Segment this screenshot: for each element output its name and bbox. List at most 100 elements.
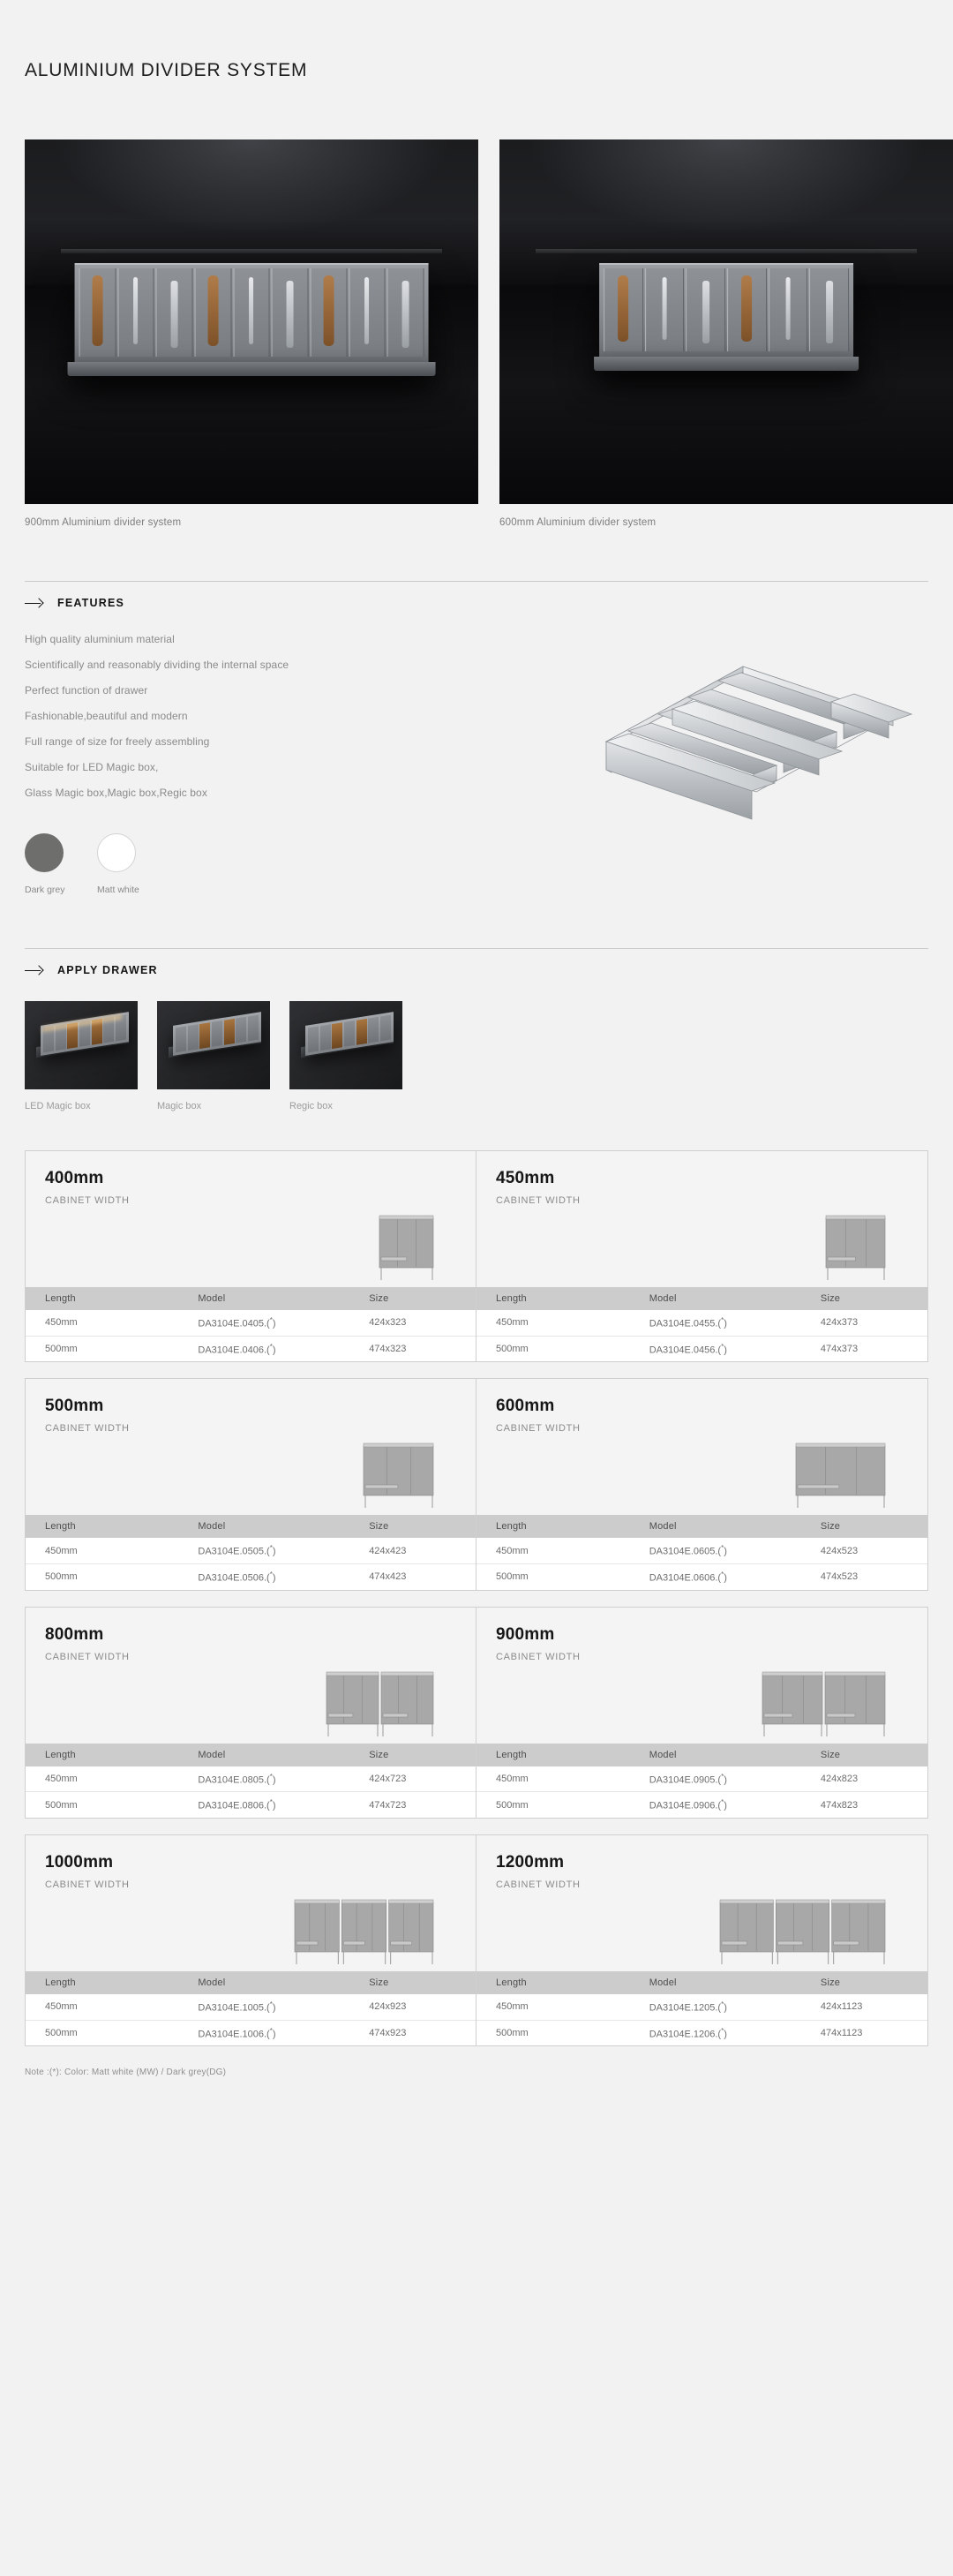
spec-card-header: 900mm CABINET WIDTH	[476, 1608, 927, 1662]
color-dot	[25, 833, 64, 872]
spec-card-header: 800mm CABINET WIDTH	[26, 1608, 476, 1662]
header-length: Length	[476, 1515, 630, 1539]
header-size: Size	[349, 1743, 476, 1766]
spec-card-header: 1000mm CABINET WIDTH	[26, 1835, 476, 1890]
cabinet-diagram	[294, 1899, 434, 1964]
model-code: DA3104E.0456.(	[649, 1344, 722, 1356]
table-row: 450mm DA3104E.1005.(*) 424x923	[26, 1993, 476, 2021]
spec-card: 900mm CABINET WIDTH Length Model Size 450mm DA…	[476, 1608, 927, 1818]
drawer-compartment	[117, 268, 154, 358]
cell-model: DA3104E.0606.(*)	[629, 1563, 801, 1590]
cell-model: DA3104E.1206.(*)	[629, 2020, 801, 2046]
cell-size: 424x923	[349, 1993, 476, 2021]
cabinet-width-value: 900mm	[496, 1624, 555, 1644]
header-length: Length	[476, 1287, 630, 1310]
cell-model: DA3104E.0406.(*)	[178, 1336, 350, 1362]
arrow-right-icon	[25, 598, 44, 609]
apply-drawer-caption: LED Magic box	[25, 1101, 91, 1111]
model-code: DA3104E.0405.(	[198, 1318, 270, 1329]
spec-card-row: 1000mm CABINET WIDTH Length Model Size 450mm D…	[25, 1834, 928, 2047]
drawer-compartment	[271, 268, 309, 358]
table-row: 500mm DA3104E.0506.(*) 474x423	[26, 1563, 476, 1590]
cabinet-width-value: 400mm	[45, 1169, 104, 1187]
cell-length: 450mm	[476, 1538, 630, 1564]
table-row: 450mm DA3104E.0455.(*) 424x373	[476, 1310, 927, 1337]
header-model: Model	[629, 1515, 801, 1539]
cell-model: DA3104E.1005.(*)	[178, 1993, 350, 2021]
model-suffix: )	[272, 2029, 276, 2040]
drawer-compartment	[768, 268, 808, 352]
spec-table: Length Model Size 450mm DA3104E.0605.(*) 424x…	[476, 1515, 927, 1590]
spec-card-header: 500mm CABINET WIDTH	[26, 1379, 476, 1434]
footnote: Note :(*): Color: Matt white (MW) / Dark…	[25, 2068, 227, 2078]
model-suffix: )	[272, 1572, 276, 1584]
spec-table: Length Model Size 450mm DA3104E.0405.(*) 424x…	[26, 1287, 476, 1362]
table-row: 450mm DA3104E.1205.(*) 424x1123	[476, 1993, 927, 2021]
cell-size: 424x523	[800, 1538, 927, 1564]
drawer-compartment	[155, 268, 193, 358]
cell-size: 424x723	[349, 1766, 476, 1793]
features-section-header: FEATURES	[25, 581, 928, 609]
spec-card-diagram	[476, 1662, 927, 1744]
cell-size: 474x723	[349, 1791, 476, 1818]
cell-size: 424x423	[349, 1538, 476, 1564]
header-size: Size	[349, 1515, 476, 1539]
spec-table: Length Model Size 450mm DA3104E.0905.(*) 424x…	[476, 1743, 927, 1818]
spec-table: Length Model Size 450mm DA3104E.0805.(*) 424x…	[26, 1743, 476, 1818]
cabinet-diagram	[795, 1443, 886, 1509]
hero-image-row: 900mm Aluminium divider system 600mm Alum…	[25, 139, 953, 528]
header-length: Length	[476, 1970, 630, 1994]
cell-length: 450mm	[26, 1538, 179, 1564]
model-code: DA3104E.0406.(	[198, 1344, 270, 1356]
cell-size: 474x323	[349, 1336, 476, 1362]
drawer-compartment	[686, 268, 726, 352]
model-suffix: )	[724, 1318, 727, 1329]
cell-size: 474x523	[800, 1563, 927, 1590]
drawer-illustration	[67, 263, 436, 377]
table-row: 450mm DA3104E.0505.(*) 424x423	[26, 1538, 476, 1564]
drawer-compartment	[604, 268, 643, 352]
cell-length: 500mm	[476, 1563, 630, 1590]
cabinet-width-value: 600mm	[496, 1397, 555, 1416]
table-row: 500mm DA3104E.0906.(*) 474x823	[476, 1791, 927, 1818]
header-size: Size	[800, 1287, 927, 1310]
cell-size: 474x1123	[800, 2020, 927, 2046]
cell-length: 450mm	[476, 1766, 630, 1793]
cell-length: 500mm	[26, 1791, 179, 1818]
cabinet-diagram	[825, 1215, 886, 1280]
apply-drawer-item: Regic box	[289, 1001, 402, 1111]
header-model: Model	[629, 1287, 801, 1310]
spec-card-header: 1200mm CABINET WIDTH	[476, 1835, 927, 1890]
cell-model: DA3104E.0506.(*)	[178, 1563, 350, 1590]
spec-card-header: 400mm CABINET WIDTH	[26, 1151, 476, 1206]
model-suffix: )	[724, 1572, 727, 1584]
spec-card-diagram	[476, 1206, 927, 1287]
spec-card: 800mm CABINET WIDTH Length Model Size 450mm DA…	[26, 1607, 476, 1818]
spec-card-header: 600mm CABINET WIDTH	[476, 1379, 927, 1434]
model-suffix: )	[724, 2002, 727, 2014]
cell-model: DA3104E.0906.(*)	[629, 1791, 801, 1818]
cell-size: 474x373	[800, 1336, 927, 1362]
color-label: Matt white	[97, 885, 139, 895]
arrow-right-icon	[25, 965, 44, 976]
model-code: DA3104E.0805.(	[198, 1774, 270, 1786]
cabinet-diagram	[719, 1899, 886, 1964]
color-dot	[97, 833, 136, 872]
page-title: ALUMINIUM DIVIDER SYSTEM	[25, 60, 308, 80]
table-row: 500mm DA3104E.0456.(*) 474x373	[476, 1336, 927, 1362]
spec-card-diagram	[26, 1662, 476, 1744]
spec-card-diagram	[26, 1890, 476, 1971]
hero-caption: 900mm Aluminium divider system	[25, 517, 182, 528]
color-swatch[interactable]: Dark grey	[25, 833, 72, 895]
apply-drawer-image	[289, 1001, 402, 1089]
cell-length: 450mm	[26, 1993, 179, 2021]
table-row: 500mm DA3104E.1206.(*) 474x1123	[476, 2020, 927, 2046]
drawer-compartment	[194, 268, 232, 358]
spec-table: Length Model Size 450mm DA3104E.0505.(*) 424x…	[26, 1515, 476, 1590]
model-suffix: )	[724, 1546, 727, 1557]
cell-model: DA3104E.0456.(*)	[629, 1336, 801, 1362]
header-size: Size	[800, 1743, 927, 1766]
cell-size: 424x823	[800, 1766, 927, 1793]
color-swatch[interactable]: Matt white	[97, 833, 145, 895]
cell-length: 500mm	[26, 1563, 179, 1590]
